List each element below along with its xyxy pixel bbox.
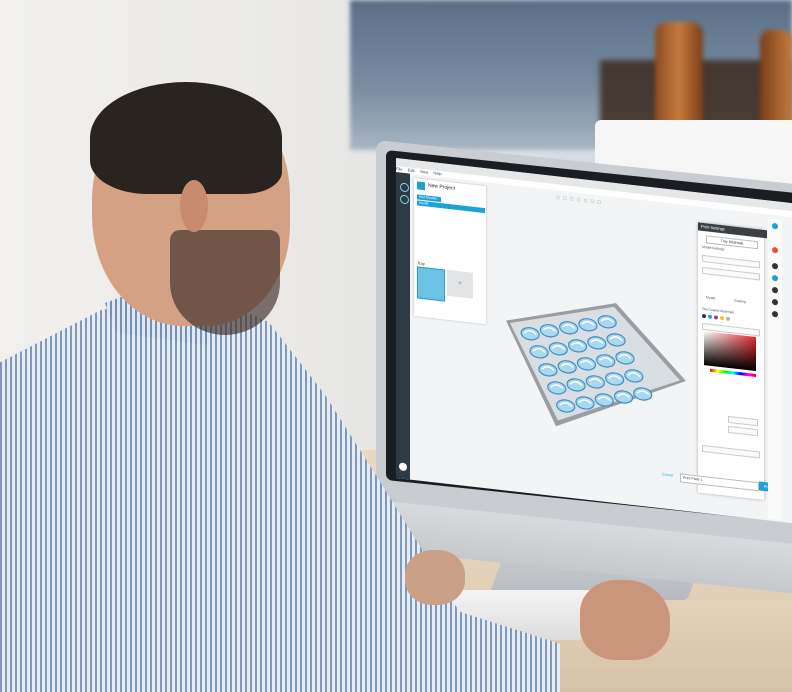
build-plate[interactable] [496,279,696,452]
monitor-screen: File Edit View Help New Project Add Mode… [396,158,792,524]
arrange-icon[interactable] [772,286,778,294]
add-tray-button[interactable]: + [447,269,473,299]
app-left-rail [396,172,410,480]
settings-field[interactable] [728,425,758,437]
settings-field[interactable] [728,415,758,427]
info-icon[interactable] [772,262,778,270]
person-hair [90,82,282,194]
cancel-link[interactable]: Cancel [662,472,673,477]
menu-help[interactable]: Help [433,170,441,176]
alert-icon[interactable] [772,246,778,254]
mode-model-tab[interactable]: Model [706,295,715,300]
print-settings-panel: Print Settings Tray Materials Model Sett… [698,222,767,500]
export-icon[interactable] [772,310,778,318]
app-right-rail [768,218,782,520]
cube-icon[interactable] [772,298,778,306]
person-beard [170,230,280,335]
tray-label: Tray [417,260,425,267]
menu-view[interactable]: View [420,169,429,175]
settings-field[interactable] [702,254,760,269]
project-title: New Project [428,182,455,192]
project-icon [417,181,425,191]
gear-icon[interactable] [772,274,778,282]
photo-scene: File Edit View Help New Project Add Mode… [0,0,792,692]
view-toolbar[interactable]: ▢ ▢ ▢ ▢ ▢ ▢ ▢ [556,194,602,204]
settings-dropdown[interactable] [702,444,760,459]
swatch-blue[interactable] [708,314,712,320]
model-settings-label: Model Settings [702,244,725,252]
background-bottle [760,30,792,130]
color-section-label: Top Coated Materials [702,306,735,315]
project-panel: New Project Add Models model Tray + [414,178,486,325]
layers-icon[interactable] [400,194,409,205]
tray-thumbnail[interactable] [417,266,445,302]
menu-file[interactable]: File [396,166,402,172]
menu-edit[interactable]: Edit [408,167,415,173]
swatch-navy[interactable] [702,313,706,319]
mode-coating-tab[interactable]: Coating [734,299,746,304]
person-left-hand [405,550,465,605]
swatch-yellow[interactable] [720,315,724,321]
model-list-item[interactable]: model [417,200,485,214]
person-right-hand-on-mouse [580,580,670,660]
settings-field[interactable] [702,266,760,281]
color-picker[interactable] [704,331,756,372]
swatch-purple[interactable] [714,315,718,320]
background-bottle [655,22,703,132]
home-icon[interactable] [400,182,409,193]
logo-icon [399,462,407,472]
swatch-gray[interactable] [726,316,730,322]
person-ear [180,180,208,232]
settings-icon[interactable] [772,222,778,230]
